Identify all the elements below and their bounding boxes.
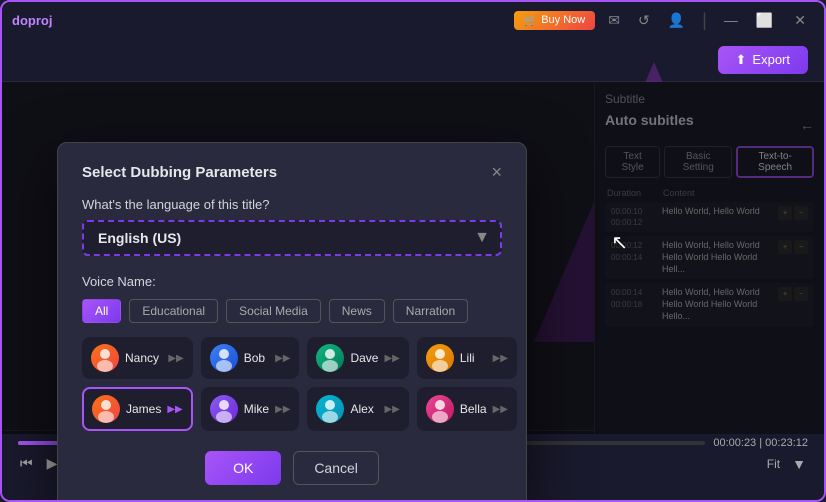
voice-name-dave: Dave (350, 351, 378, 365)
voice-item-mike[interactable]: Mike ▶▶ (201, 387, 300, 431)
voice-avatar-bella (426, 395, 454, 423)
voice-play-james[interactable]: ▶▶ (167, 404, 182, 415)
voice-avatar-lili (426, 344, 454, 372)
voice-avatar-nancy (91, 344, 119, 372)
voice-item-bella[interactable]: Bella ▶▶ (417, 387, 517, 431)
dubbing-parameters-dialog: Select Dubbing Parameters × What's the l… (57, 142, 527, 502)
voice-item-james[interactable]: James ▶▶ (82, 387, 193, 431)
voice-avatar-mike (210, 395, 238, 423)
dialog-footer: OK Cancel (82, 451, 502, 485)
voice-avatar-dave (316, 344, 344, 372)
voice-avatar-bob (210, 344, 238, 372)
main-area: Subtitle Auto subitles ← Text Style Basi… (2, 82, 824, 434)
voice-play-lili[interactable]: ▶▶ (493, 353, 508, 364)
dialog-close-button[interactable]: × (491, 163, 502, 181)
dialog-title: Select Dubbing Parameters (82, 164, 277, 181)
voice-play-alex[interactable]: ▶▶ (384, 404, 399, 415)
mail-icon-button[interactable]: ✉ (603, 10, 625, 31)
window-close-button[interactable]: ✕ (786, 10, 814, 31)
voice-name-mike: Mike (244, 402, 269, 416)
user-icon-button[interactable]: 👤 (663, 10, 690, 31)
ok-button[interactable]: OK (205, 451, 281, 485)
voice-item-dave[interactable]: Dave ▶▶ (307, 337, 408, 379)
time-display: 00:00:23 | 00:23:12 (713, 437, 808, 449)
filter-tab-narration[interactable]: Narration (393, 299, 468, 323)
voice-filter-tabs: All Educational Social Media News Narrat… (82, 299, 502, 323)
maximize-button[interactable]: ⬜ (751, 10, 778, 31)
prev-button[interactable]: ⏮ (18, 453, 35, 474)
voice-name-lili: Lili (460, 351, 487, 365)
dialog-header: Select Dubbing Parameters × (82, 163, 502, 181)
voice-item-nancy[interactable]: Nancy ▶▶ (82, 337, 193, 379)
title-bar-left: doproj (12, 13, 52, 28)
voice-play-bella[interactable]: ▶▶ (493, 404, 508, 415)
voice-play-mike[interactable]: ▶▶ (275, 404, 290, 415)
app-logo: doproj (12, 13, 52, 28)
buy-now-button[interactable]: 🛒 Buy Now (514, 11, 596, 30)
voice-name-nancy: Nancy (125, 351, 162, 365)
language-question-label: What's the language of this title? (82, 197, 502, 212)
minimize-button[interactable]: — (719, 10, 743, 30)
voice-play-nancy[interactable]: ▶▶ (168, 353, 183, 364)
voice-name-james: James (126, 402, 161, 416)
language-select-wrapper: English (US) English (UK) Spanish French… (82, 220, 502, 256)
voice-avatar-alex (316, 395, 344, 423)
filter-tab-social-media[interactable]: Social Media (226, 299, 321, 323)
voice-item-bob[interactable]: Bob ▶▶ (201, 337, 300, 379)
fit-dropdown-button[interactable]: ▼ (790, 454, 808, 474)
filter-tab-news[interactable]: News (329, 299, 385, 323)
language-select[interactable]: English (US) English (UK) Spanish French… (82, 220, 502, 256)
app-window: doproj 🛒 Buy Now ✉ ↺ 👤 | — ⬜ ✕ ⬆ Export (0, 0, 826, 502)
filter-tab-educational[interactable]: Educational (129, 299, 218, 323)
title-bar-right: 🛒 Buy Now ✉ ↺ 👤 | — ⬜ ✕ (514, 10, 815, 31)
voice-play-dave[interactable]: ▶▶ (384, 353, 399, 364)
voice-item-lili[interactable]: Lili ▶▶ (417, 337, 517, 379)
cart-icon: 🛒 (524, 14, 538, 27)
title-bar: doproj 🛒 Buy Now ✉ ↺ 👤 | — ⬜ ✕ (2, 2, 824, 38)
refresh-icon-button[interactable]: ↺ (633, 10, 655, 31)
voice-name-bella: Bella (460, 402, 487, 416)
voice-item-alex[interactable]: Alex ▶▶ (307, 387, 408, 431)
voice-name-label: Voice Name: (82, 274, 502, 289)
fit-label: Fit (767, 457, 780, 471)
voice-play-bob[interactable]: ▶▶ (275, 353, 290, 364)
filter-tab-all[interactable]: All (82, 299, 121, 323)
voice-name-alex: Alex (350, 402, 378, 416)
cancel-button[interactable]: Cancel (293, 451, 379, 485)
voice-name-bob: Bob (244, 351, 269, 365)
voice-avatar-james (92, 395, 120, 423)
voice-grid: Nancy ▶▶ Bob ▶▶ (82, 337, 502, 431)
